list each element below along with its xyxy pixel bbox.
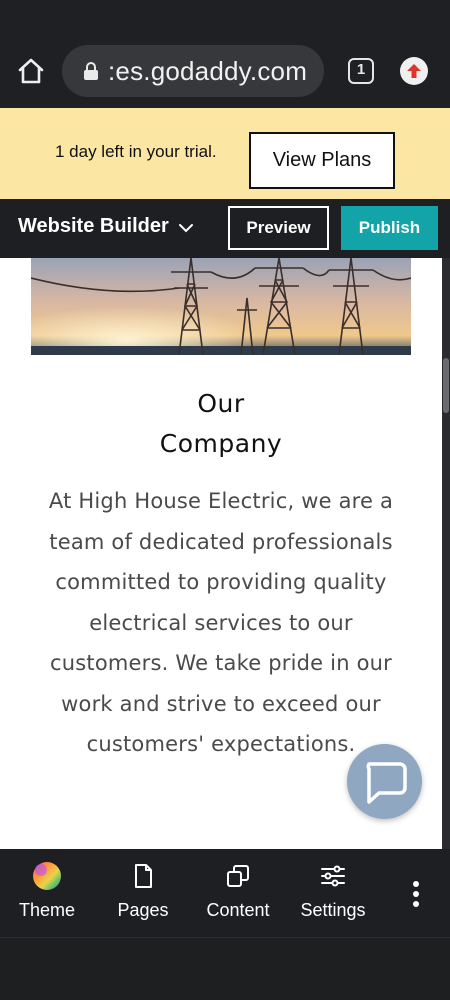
trial-message: 1 day left in your trial. — [55, 142, 217, 161]
section-title-line2: Company — [159, 429, 283, 458]
toolbar-item-settings[interactable]: Settings — [293, 849, 373, 937]
more-vertical-icon[interactable] — [404, 879, 428, 909]
lock-icon — [82, 61, 100, 81]
update-icon[interactable] — [400, 57, 428, 85]
toolbar-label: Content — [206, 900, 270, 920]
address-bar[interactable]: :es.godaddy.com — [62, 45, 324, 97]
chevron-down-icon[interactable] — [178, 221, 194, 233]
home-icon[interactable] — [14, 56, 48, 86]
toolbar-label: Pages — [117, 900, 169, 920]
section-title-line1: Our — [197, 389, 245, 418]
toolbar-label: Theme — [18, 900, 76, 920]
theme-icon — [32, 861, 62, 891]
builder-bar: Website Builder Preview Publish — [0, 199, 450, 258]
toolbar-label: Settings — [300, 900, 366, 920]
scrollbar[interactable] — [442, 258, 450, 849]
section-body: At High House Electric, we are a team of… — [48, 489, 394, 756]
toolbar-item-content[interactable]: Content — [198, 849, 278, 937]
browser-bar: :es.godaddy.com 1 — [0, 0, 450, 108]
hero-image — [31, 258, 411, 355]
publish-button[interactable]: Publish — [341, 206, 438, 250]
sliders-icon — [318, 861, 348, 891]
scrollbar-thumb[interactable] — [443, 358, 449, 413]
tab-switcher-button[interactable]: 1 — [348, 58, 374, 84]
system-navigation-bar — [0, 937, 450, 1000]
trial-banner: 1 day left in your trial. View Plans — [0, 108, 450, 199]
url-text: :es.godaddy.com — [108, 56, 308, 86]
screen: :es.godaddy.com 1 1 day left in your tri… — [0, 0, 450, 1000]
chat-button[interactable] — [347, 744, 422, 819]
bottom-toolbar: Theme Pages Content Settings — [0, 849, 450, 937]
toolbar-item-theme[interactable]: Theme — [12, 849, 82, 937]
copy-icon — [223, 861, 253, 891]
toolbar-item-pages[interactable]: Pages — [108, 849, 178, 937]
builder-title[interactable]: Website Builder — [18, 215, 169, 238]
chat-icon — [366, 762, 407, 804]
page-icon — [128, 861, 158, 891]
view-plans-button[interactable]: View Plans — [249, 132, 395, 189]
section-title: Our Company — [0, 384, 442, 464]
preview-button[interactable]: Preview — [228, 206, 329, 250]
